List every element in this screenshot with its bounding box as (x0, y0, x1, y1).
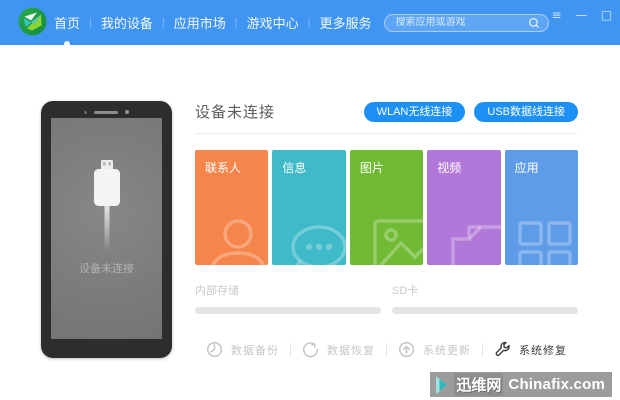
internal-storage: 内部存储 (195, 282, 381, 314)
internal-storage-bar (195, 307, 381, 314)
header-divider (195, 133, 578, 134)
content-header: 设备未连接 WLAN无线连接 USB数据线连接 (195, 101, 578, 122)
messages-icon (291, 225, 346, 265)
phone-screen: 设备未连接 (51, 118, 162, 339)
system-repair-button[interactable]: 系统修复 (494, 341, 567, 358)
usb-connect-button[interactable]: USB数据线连接 (474, 101, 578, 122)
restore-icon (302, 342, 319, 358)
backup-icon (206, 341, 223, 358)
nav-item-my-devices[interactable]: 我的设备 (101, 13, 153, 32)
nav-item-home[interactable]: 首页 (54, 13, 80, 47)
search-box[interactable] (383, 13, 549, 32)
sd-card-label: SD卡 (392, 285, 419, 297)
page-title: 设备未连接 (195, 104, 276, 121)
title-bar: 首页 | 我的设备 | 应用市场 | 游戏中心 | 更多服务 ≡ — □ ✕ (0, 0, 620, 47)
nav-divider: | (161, 16, 165, 29)
sd-card-bar (392, 307, 578, 314)
data-restore-button[interactable]: 数据恢复 (302, 341, 375, 358)
device-status-label: 设备未连接 (79, 263, 134, 275)
system-update-button[interactable]: 系统更新 (398, 341, 471, 358)
tile-messages[interactable]: 信息 (272, 150, 346, 265)
data-backup-button[interactable]: 数据备份 (206, 341, 279, 358)
repair-icon (495, 341, 510, 357)
tile-videos[interactable]: 视频 (427, 150, 501, 265)
search-icon[interactable] (528, 17, 540, 29)
watermark-domain: Chinafix.com (508, 376, 605, 393)
tile-label: 信息 (282, 161, 307, 175)
category-tiles: 联系人 信息 图片 视频 应用 (195, 150, 579, 265)
tile-pictures[interactable]: 图片 (349, 150, 424, 265)
active-indicator-dot (64, 41, 70, 47)
main-area: 设备未连接 设备未连接 WLAN无线连接 USB数据线连接 联系人 信息 图片 … (0, 45, 620, 358)
nav-item-app-market[interactable]: 应用市场 (174, 13, 226, 32)
nav-item-more-services[interactable]: 更多服务 (320, 13, 372, 32)
wlan-connect-button[interactable]: WLAN无线连接 (363, 101, 466, 122)
nav-divider: | (89, 16, 92, 29)
chevron-icon (436, 375, 448, 394)
chinafix-watermark: 迅维网 Chinafix.com (430, 372, 612, 397)
device-panel: 设备未连接 (0, 45, 195, 358)
contacts-icon (211, 219, 266, 265)
tile-contacts[interactable]: 联系人 (195, 150, 269, 265)
tile-label: 视频 (437, 161, 462, 175)
videos-icon (450, 225, 501, 265)
app-logo[interactable] (18, 7, 47, 36)
nav-item-game-center[interactable]: 游戏中心 (247, 13, 299, 32)
connect-buttons: WLAN无线连接 USB数据线连接 (363, 101, 578, 122)
tile-apps[interactable]: 应用 (504, 150, 579, 265)
watermark-site-name: 迅维网 (454, 373, 504, 396)
tile-label: 图片 (359, 161, 384, 175)
update-icon (398, 341, 415, 358)
usb-cable-icon (93, 160, 120, 252)
maximize-icon[interactable]: □ (599, 8, 615, 22)
phone-illustration: 设备未连接 (41, 101, 172, 358)
action-bar: 数据备份 数据恢复 系统更新 系统修复 (195, 341, 578, 358)
window-controls: ≡ — □ ✕ (549, 8, 620, 22)
minimize-icon[interactable]: — (574, 8, 590, 22)
main-nav: 首页 | 我的设备 | 应用市场 | 游戏中心 | 更多服务 (54, 13, 372, 47)
apps-icon (518, 221, 572, 265)
content-section: 设备未连接 WLAN无线连接 USB数据线连接 联系人 信息 图片 视频 应用 … (195, 45, 620, 358)
internal-storage-label: 内部存储 (195, 285, 239, 297)
pictures-icon (373, 219, 424, 265)
tile-label: 联系人 (205, 161, 242, 175)
search-input[interactable] (395, 17, 528, 28)
nav-divider: | (234, 16, 238, 29)
nav-divider: | (307, 16, 311, 29)
tile-label: 应用 (514, 161, 539, 175)
storage-section: 内部存储 SD卡 (195, 282, 578, 314)
sd-card-storage: SD卡 (392, 282, 578, 314)
menu-icon[interactable]: ≡ (549, 8, 565, 22)
phone-earpiece (41, 110, 172, 114)
